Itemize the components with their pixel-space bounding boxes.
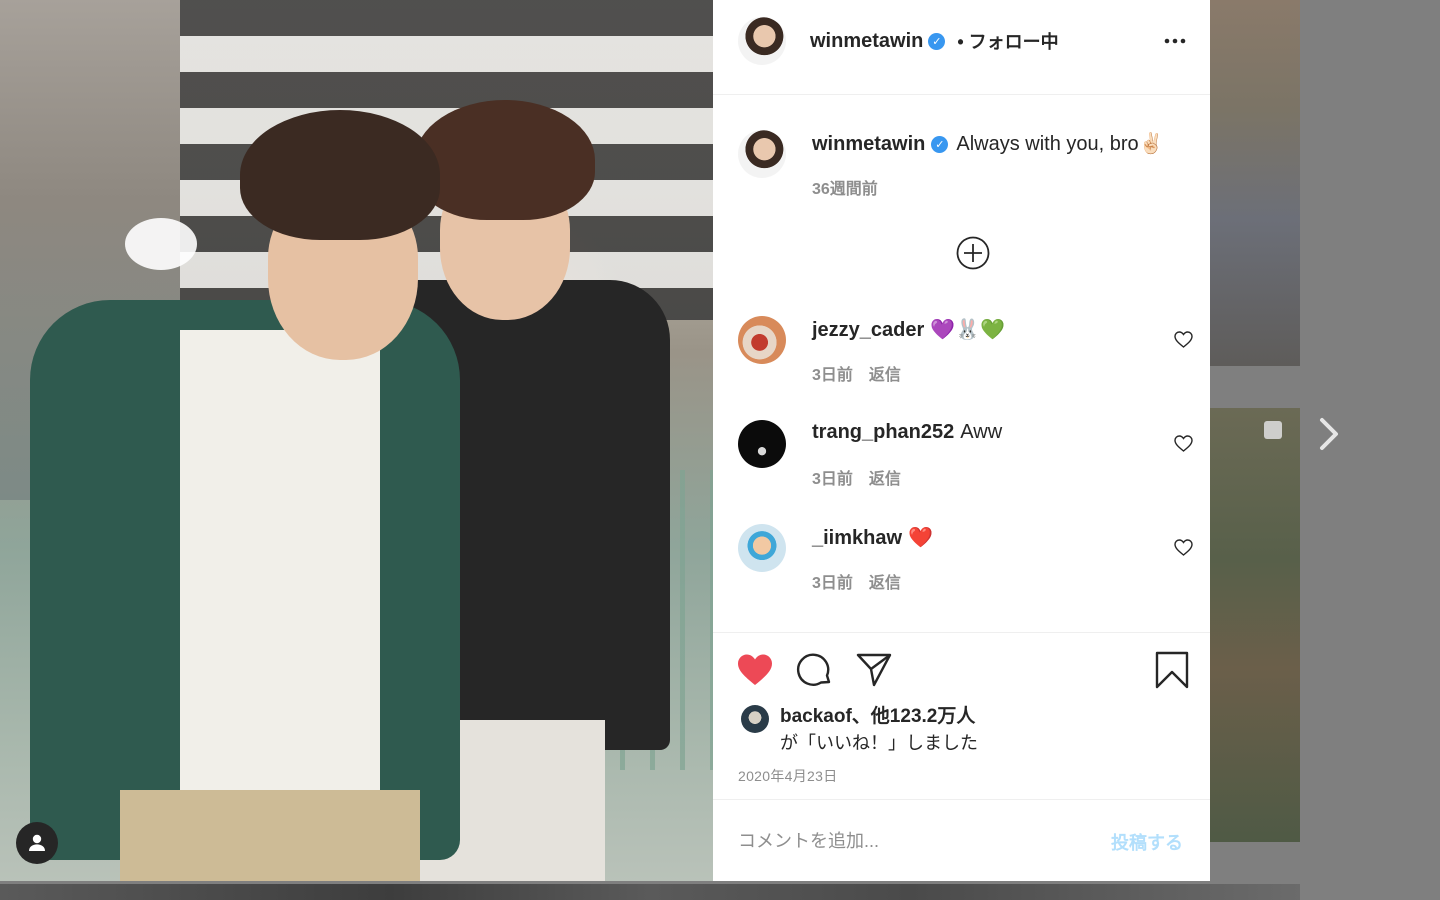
comment-text: 💜🐰💚 xyxy=(930,319,1006,341)
avatar[interactable] xyxy=(738,524,786,572)
caption-text: Always with you, bro✌🏻 xyxy=(956,133,1164,155)
reply-button[interactable]: 返信 xyxy=(869,367,901,384)
verified-badge-icon: ✓ xyxy=(931,136,949,154)
post-detail-panel: winmetawin ✓ • フォロー中 winmetawin ✓ Always w… xyxy=(713,0,1210,881)
add-comment-bar: 投稿する xyxy=(713,799,1210,882)
comment-timestamp[interactable]: 3日前 xyxy=(812,471,853,488)
comment-username[interactable]: jezzy_cader xyxy=(812,319,924,341)
likes-summary[interactable]: backaof、他123.2万人 xyxy=(780,701,975,728)
chevron-right-icon[interactable] xyxy=(1312,414,1346,454)
heart-icon[interactable] xyxy=(1174,331,1193,348)
background-post-thumbnail xyxy=(1210,408,1300,842)
avatar[interactable] xyxy=(738,17,786,65)
avatar[interactable] xyxy=(738,316,786,364)
avatar[interactable] xyxy=(738,130,786,178)
heart-icon[interactable] xyxy=(1174,539,1193,556)
caption-timestamp[interactable]: 36週間前 xyxy=(812,181,878,198)
heart-icon[interactable] xyxy=(1174,435,1193,452)
caption-username[interactable]: winmetawin xyxy=(812,133,925,155)
reply-button[interactable]: 返信 xyxy=(869,575,901,592)
comment-input[interactable] xyxy=(738,826,1088,856)
comment-username[interactable]: trang_phan252 xyxy=(812,421,954,443)
comment-timestamp[interactable]: 3日前 xyxy=(812,367,853,384)
avatar[interactable] xyxy=(738,420,786,468)
follow-status-button[interactable]: • フォロー中 xyxy=(957,28,1058,54)
post-comment-button[interactable]: 投稿する xyxy=(1111,829,1183,855)
avatar[interactable] xyxy=(741,705,769,733)
share-icon[interactable] xyxy=(855,651,893,689)
likes-summary-suffix: が「いいね！」しました xyxy=(780,733,978,753)
more-options-icon[interactable] xyxy=(1163,30,1187,52)
load-more-comments-icon[interactable] xyxy=(956,236,990,270)
post-date[interactable]: 2020年4月23日 xyxy=(738,766,838,786)
post-photo[interactable] xyxy=(0,0,713,881)
post-header: winmetawin ✓ • フォロー中 xyxy=(713,0,1210,95)
comment-username[interactable]: _iimkhaw xyxy=(812,527,902,549)
comment-text: Aww xyxy=(960,421,1003,443)
verified-badge-icon: ✓ xyxy=(928,32,946,50)
owner-username[interactable]: winmetawin xyxy=(810,30,923,53)
background-post-thumbnail-row xyxy=(0,884,1300,900)
comment-timestamp[interactable]: 3日前 xyxy=(812,575,853,592)
multiple-photos-icon xyxy=(1264,421,1282,439)
background-post-thumbnail xyxy=(1210,0,1300,366)
user-account-icon[interactable] xyxy=(16,822,58,864)
like-heart-icon[interactable] xyxy=(736,651,774,689)
reply-button[interactable]: 返信 xyxy=(869,471,901,488)
comment-icon[interactable] xyxy=(796,651,834,689)
post-actions: backaof、他123.2万人 が「いいね！」しました 2020年4月23日 xyxy=(713,632,1210,800)
comment-text: ❤️ xyxy=(908,527,933,549)
bookmark-icon[interactable] xyxy=(1153,651,1191,689)
